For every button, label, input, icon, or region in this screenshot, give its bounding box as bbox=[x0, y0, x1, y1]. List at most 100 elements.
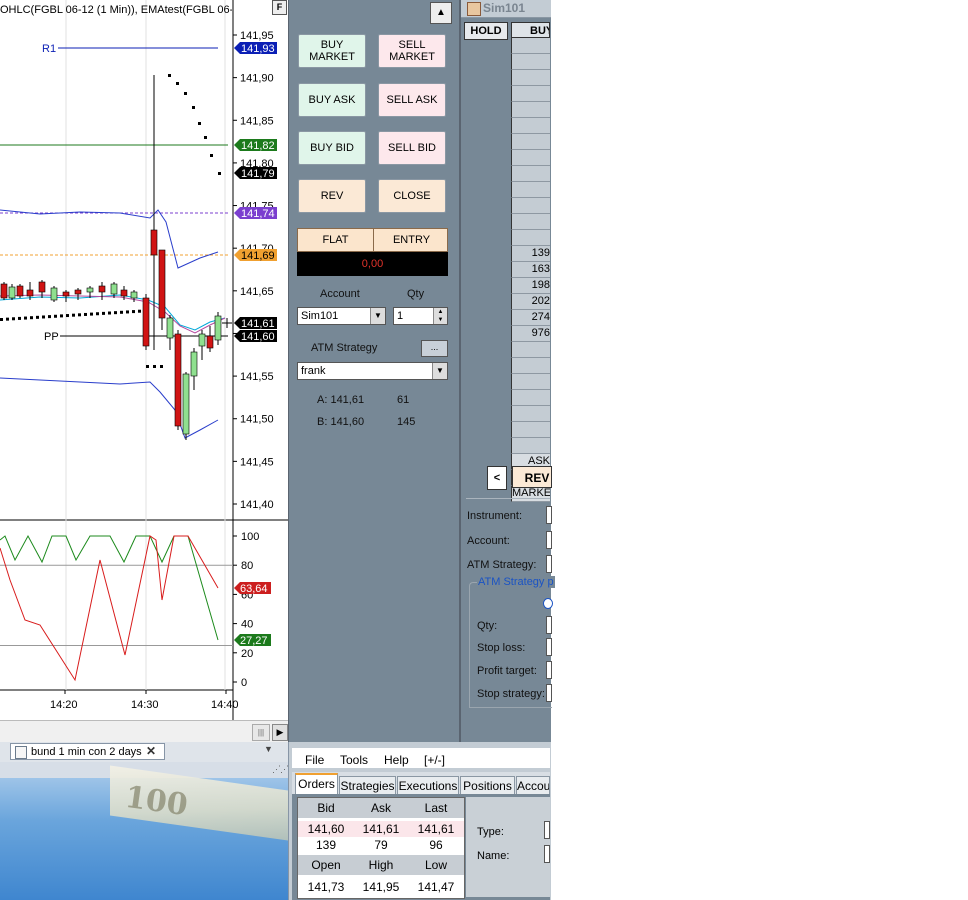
workspace-tab-bar: bund 1 min con 2 days bbox=[0, 742, 288, 763]
tab-executions[interactable]: Executions bbox=[397, 776, 459, 794]
ask-price-label: A: 141,61 bbox=[317, 394, 365, 406]
type-select[interactable] bbox=[544, 821, 550, 839]
collapse-panel-button[interactable]: ▲ bbox=[430, 2, 452, 24]
dom-row[interactable]: 202 bbox=[511, 294, 550, 310]
ask-size: 61 bbox=[397, 394, 410, 406]
chart-canvas[interactable]: 141,95141,90141,85141,80141,75141,70141,… bbox=[0, 0, 288, 742]
resize-grip-icon[interactable]: ⋰⋰ bbox=[272, 764, 289, 775]
dom-row[interactable] bbox=[511, 86, 550, 102]
dom-row[interactable] bbox=[511, 182, 550, 198]
dom-title-bar[interactable]: Sim101 bbox=[461, 0, 551, 18]
price-tick-label: 141,90 bbox=[240, 73, 274, 85]
account-value: Sim101 bbox=[301, 310, 339, 322]
price-chart-panel[interactable]: 141,95141,90141,85141,80141,75141,70141,… bbox=[0, 0, 288, 743]
sell-ask-button[interactable]: SELL ASK bbox=[378, 83, 446, 117]
close-icon[interactable]: ✕ bbox=[146, 744, 156, 758]
dom-row[interactable] bbox=[511, 54, 550, 70]
dom-row[interactable] bbox=[511, 406, 550, 422]
menu-file[interactable]: File bbox=[305, 753, 324, 767]
atm-strategy-select[interactable]: frank ▼ bbox=[297, 362, 448, 380]
dom-row[interactable] bbox=[511, 438, 550, 454]
buy-ask-button[interactable]: BUY ASK bbox=[298, 83, 366, 117]
dom-row[interactable] bbox=[511, 166, 550, 182]
atm-properties-button[interactable]: ... bbox=[421, 340, 448, 357]
entry-label: ENTRY bbox=[392, 234, 431, 246]
chevron-down-icon[interactable]: ▼ bbox=[264, 744, 273, 754]
reverse-button[interactable]: REV bbox=[298, 179, 366, 213]
osc-badge-label: 63,64 bbox=[240, 583, 268, 595]
dom-row[interactable] bbox=[511, 390, 550, 406]
grid-icon bbox=[467, 2, 481, 16]
chart-properties-button[interactable]: F bbox=[272, 0, 287, 15]
name-field[interactable] bbox=[544, 845, 550, 863]
close-position-button[interactable]: CLOSE bbox=[378, 179, 446, 213]
dom-row[interactable]: 198 bbox=[511, 278, 550, 294]
dom-qty-field[interactable] bbox=[546, 616, 552, 634]
stop-loss-field[interactable] bbox=[546, 638, 552, 656]
tab-accounts[interactable]: Accou bbox=[516, 776, 550, 794]
stop-dot bbox=[108, 311, 111, 315]
chart-title: OHLC(FGBL 06-12 (1 Min)), EMAtest(FGBL 0… bbox=[0, 4, 232, 16]
dom-atm-field[interactable] bbox=[546, 555, 552, 573]
scroll-right-icon[interactable]: ▶ bbox=[272, 724, 288, 741]
spin-buttons[interactable]: ▲ ▼ bbox=[433, 308, 447, 324]
qty-value: 1 bbox=[397, 310, 404, 322]
account-select[interactable]: Sim101 ▼ bbox=[297, 307, 386, 325]
dom-row[interactable] bbox=[511, 374, 550, 390]
instrument-field[interactable] bbox=[546, 506, 552, 524]
buy-market-button[interactable]: BUY MARKET bbox=[298, 34, 366, 68]
low-header: Low bbox=[408, 855, 464, 875]
tab-positions[interactable]: Positions bbox=[460, 776, 515, 794]
stop-dot bbox=[132, 310, 135, 314]
dom-row[interactable] bbox=[511, 358, 550, 374]
scroll-thumb[interactable]: ||| bbox=[252, 724, 270, 741]
dom-row[interactable] bbox=[511, 150, 550, 166]
dom-row[interactable] bbox=[511, 422, 550, 438]
chevron-down-icon[interactable]: ▼ bbox=[370, 308, 385, 324]
dom-reverse-button[interactable]: REV bbox=[512, 466, 552, 488]
menu-expand[interactable]: [+/-] bbox=[424, 753, 445, 767]
osc-tick-label: 40 bbox=[241, 619, 253, 631]
name-label: Name: bbox=[477, 850, 510, 862]
time-tick-label: 14:30 bbox=[131, 699, 159, 711]
chevron-down-icon[interactable]: ▼ bbox=[432, 363, 447, 379]
profit-target-field[interactable] bbox=[546, 661, 552, 679]
dom-row[interactable] bbox=[511, 134, 550, 150]
type-label: Type: bbox=[477, 826, 504, 838]
sell-market-button[interactable]: SELL MARKET bbox=[378, 34, 446, 68]
buy-bid-button[interactable]: BUY BID bbox=[298, 131, 366, 165]
dom-ladder[interactable]: BUY 139163198202274976ASKBIDMARKET bbox=[511, 22, 550, 502]
candle-body bbox=[98, 285, 106, 293]
dom-row[interactable] bbox=[511, 38, 550, 54]
stop-strategy-field[interactable] bbox=[546, 684, 552, 702]
chart-scrollbar[interactable]: ||| ▶ bbox=[0, 720, 288, 743]
stop-dot bbox=[210, 154, 213, 157]
candle-body bbox=[130, 291, 138, 299]
price-badge-label: 141,93 bbox=[241, 43, 275, 55]
tab-strategies[interactable]: Strategies bbox=[339, 776, 396, 794]
stop-loss-label: Stop loss: bbox=[477, 642, 526, 654]
price-tick-label: 141,50 bbox=[240, 414, 274, 426]
dom-account-field[interactable] bbox=[546, 531, 552, 549]
dom-row[interactable] bbox=[511, 102, 550, 118]
dom-row[interactable]: 163 bbox=[511, 262, 550, 278]
dom-row[interactable] bbox=[511, 214, 550, 230]
menu-tools[interactable]: Tools bbox=[340, 753, 368, 767]
hold-button[interactable]: HOLD bbox=[464, 22, 508, 40]
dom-row[interactable] bbox=[511, 198, 550, 214]
dom-row[interactable]: 274 bbox=[511, 310, 550, 326]
dom-row[interactable] bbox=[511, 118, 550, 134]
sell-bid-button[interactable]: SELL BID bbox=[378, 131, 446, 165]
dom-row[interactable]: 139 bbox=[511, 246, 550, 262]
dom-row[interactable] bbox=[511, 230, 550, 246]
candle-body bbox=[8, 286, 16, 299]
dom-row[interactable] bbox=[511, 70, 550, 86]
workspace-tab[interactable]: bund 1 min con 2 days bbox=[10, 743, 165, 760]
menu-help[interactable]: Help bbox=[384, 753, 409, 767]
qty-stepper[interactable]: 1 ▲ ▼ bbox=[393, 307, 448, 325]
radio-button[interactable] bbox=[543, 598, 553, 609]
dom-row[interactable]: 976 bbox=[511, 326, 550, 342]
tab-orders[interactable]: Orders bbox=[295, 773, 338, 795]
dom-nav-button[interactable]: < bbox=[487, 466, 507, 490]
dom-row[interactable] bbox=[511, 342, 550, 358]
